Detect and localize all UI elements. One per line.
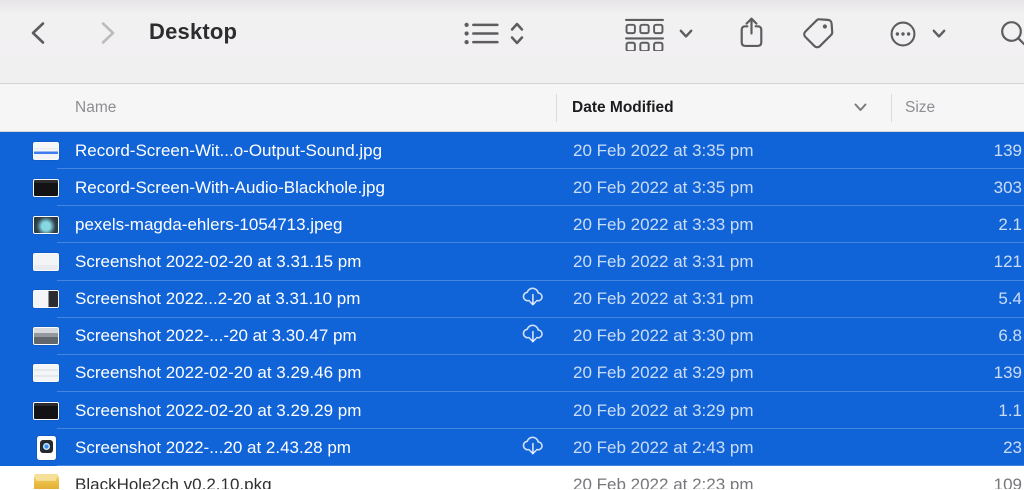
file-row[interactable]: Record-Screen-Wit...o-Output-Sound.jpg 20…	[0, 132, 1024, 169]
more-button[interactable]	[889, 20, 917, 48]
file-name-cell: pexels-magda-ehlers-1054713.jpeg	[0, 212, 557, 238]
file-name-cell: Screenshot 2022-...-20 at 3.30.47 pm	[0, 323, 557, 349]
file-date-modified: 20 Feb 2022 at 3:29 pm	[557, 363, 893, 383]
file-name-cell: Screenshot 2022...2-20 at 3.31.10 pm	[0, 286, 557, 312]
file-name: Screenshot 2022...2-20 at 3.31.10 pm	[75, 289, 360, 309]
column-header-name[interactable]: Name	[0, 84, 556, 131]
file-name: Screenshot 2022-02-20 at 3.29.46 pm	[75, 363, 361, 383]
chevron-down-icon	[854, 103, 867, 112]
file-date-modified: 20 Feb 2022 at 3:35 pm	[557, 178, 893, 198]
column-header-date-modified[interactable]: Date Modified	[557, 84, 891, 131]
group-by-button[interactable]	[624, 18, 665, 51]
column-size-label: Size	[905, 99, 935, 117]
file-name-cell: BlackHole2ch v0.2.10.pkg	[0, 472, 557, 489]
tags-button[interactable]	[802, 17, 835, 50]
icloud-download-icon	[520, 323, 546, 349]
file-row[interactable]: Screenshot 2022-...-20 at 3.30.47 pm 20 …	[0, 318, 1024, 355]
file-date-modified: 20 Feb 2022 at 3:29 pm	[557, 401, 893, 421]
file-list: Record-Screen-Wit...o-Output-Sound.jpg 20…	[0, 132, 1024, 489]
file-date-modified: 20 Feb 2022 at 3:31 pm	[557, 289, 893, 309]
file-name-cell: Screenshot 2022-02-20 at 3.31.15 pm	[0, 249, 557, 275]
search-button[interactable]	[999, 19, 1024, 49]
file-name: BlackHole2ch v0.2.10.pkg	[75, 475, 272, 489]
icloud-download-icon	[520, 435, 546, 461]
file-row[interactable]: pexels-magda-ehlers-1054713.jpeg 20 Feb 2…	[0, 206, 1024, 243]
screenshot-split-icon	[33, 286, 59, 312]
screenshot-blue-icon	[33, 138, 59, 164]
tag-icon	[802, 17, 835, 50]
ellipsis-circle-icon	[889, 20, 917, 48]
share-button[interactable]	[737, 16, 766, 49]
file-row[interactable]: BlackHole2ch v0.2.10.pkg 20 Feb 2022 at 2…	[0, 466, 1024, 489]
file-size: 5.4	[893, 289, 1024, 309]
file-size: 109	[893, 475, 1024, 489]
file-size: 6.8	[893, 326, 1024, 346]
file-row[interactable]: Record-Screen-With-Audio-Blackhole.jpg 20…	[0, 169, 1024, 206]
forward-button[interactable]	[93, 20, 119, 46]
file-date-modified: 20 Feb 2022 at 3:33 pm	[557, 215, 893, 235]
file-name: Screenshot 2022-...20 at 2.43.28 pm	[75, 438, 351, 458]
finder-window: Desktop	[0, 0, 1024, 490]
chevron-left-icon	[27, 20, 53, 46]
file-size: 139	[893, 141, 1024, 161]
chevron-down-icon	[932, 29, 946, 39]
chevron-down-icon	[679, 29, 693, 39]
page-title: Desktop	[149, 19, 237, 45]
more-chevron[interactable]	[932, 29, 946, 39]
view-mode-button[interactable]	[463, 21, 500, 46]
list-view-icon	[463, 21, 500, 46]
group-by-chevron[interactable]	[679, 29, 693, 39]
list-column-header: Name Date Modified Size	[0, 84, 1024, 132]
share-icon	[737, 16, 766, 49]
file-date-modified: 20 Feb 2022 at 2:23 pm	[557, 475, 893, 489]
screenshot-lines-icon	[33, 360, 59, 386]
file-row[interactable]: Screenshot 2022-02-20 at 3.29.46 pm 20 Fe…	[0, 355, 1024, 392]
file-name: pexels-magda-ehlers-1054713.jpeg	[75, 215, 342, 235]
file-row[interactable]: Screenshot 2022-02-20 at 3.29.29 pm 20 Fe…	[0, 392, 1024, 429]
pkg-icon	[33, 472, 59, 489]
icloud-download-icon	[520, 286, 546, 312]
file-size: 1.1	[893, 401, 1024, 421]
chevron-right-icon	[93, 20, 119, 46]
file-name: Screenshot 2022-02-20 at 3.31.15 pm	[75, 252, 361, 272]
file-name: Record-Screen-With-Audio-Blackhole.jpg	[75, 178, 385, 198]
screenshot-black-icon	[33, 175, 59, 201]
file-size: 303	[893, 178, 1024, 198]
toolbar: Desktop	[0, 0, 1024, 84]
up-down-chevrons-icon	[509, 19, 525, 48]
view-toggle-button[interactable]	[509, 19, 525, 48]
group-by-icon	[624, 18, 665, 51]
column-date-label: Date Modified	[572, 99, 674, 117]
photo-gray-icon	[33, 323, 59, 349]
file-date-modified: 20 Feb 2022 at 3:30 pm	[557, 326, 893, 346]
file-name-cell: Record-Screen-With-Audio-Blackhole.jpg	[0, 175, 557, 201]
search-icon	[999, 19, 1024, 49]
file-name: Screenshot 2022-...-20 at 3.30.47 pm	[75, 326, 357, 346]
file-row[interactable]: Screenshot 2022-...20 at 2.43.28 pm 20 F…	[0, 429, 1024, 466]
file-row[interactable]: Screenshot 2022...2-20 at 3.31.10 pm 20 …	[0, 281, 1024, 318]
file-name-cell: Record-Screen-Wit...o-Output-Sound.jpg	[0, 138, 557, 164]
file-size: 139	[893, 363, 1024, 383]
file-size: 23	[893, 438, 1024, 458]
file-size: 121	[893, 252, 1024, 272]
screenshot-black2-icon	[33, 398, 59, 424]
file-date-modified: 20 Feb 2022 at 3:35 pm	[557, 141, 893, 161]
back-button[interactable]	[27, 20, 53, 46]
column-name-label: Name	[75, 99, 116, 117]
file-name-cell: Screenshot 2022-...20 at 2.43.28 pm	[0, 435, 557, 461]
file-name-cell: Screenshot 2022-02-20 at 3.29.29 pm	[0, 398, 557, 424]
column-header-size[interactable]: Size	[892, 84, 1024, 131]
photo-teal-icon	[33, 212, 59, 238]
file-row[interactable]: Screenshot 2022-02-20 at 3.31.15 pm 20 Fe…	[0, 243, 1024, 280]
screenshot-light-icon	[33, 249, 59, 275]
file-name: Record-Screen-Wit...o-Output-Sound.jpg	[75, 141, 382, 161]
file-name: Screenshot 2022-02-20 at 3.29.29 pm	[75, 401, 361, 421]
file-date-modified: 20 Feb 2022 at 2:43 pm	[557, 438, 893, 458]
doc-preview-icon	[33, 435, 59, 461]
file-name-cell: Screenshot 2022-02-20 at 3.29.46 pm	[0, 360, 557, 386]
file-date-modified: 20 Feb 2022 at 3:31 pm	[557, 252, 893, 272]
file-size: 2.1	[893, 215, 1024, 235]
